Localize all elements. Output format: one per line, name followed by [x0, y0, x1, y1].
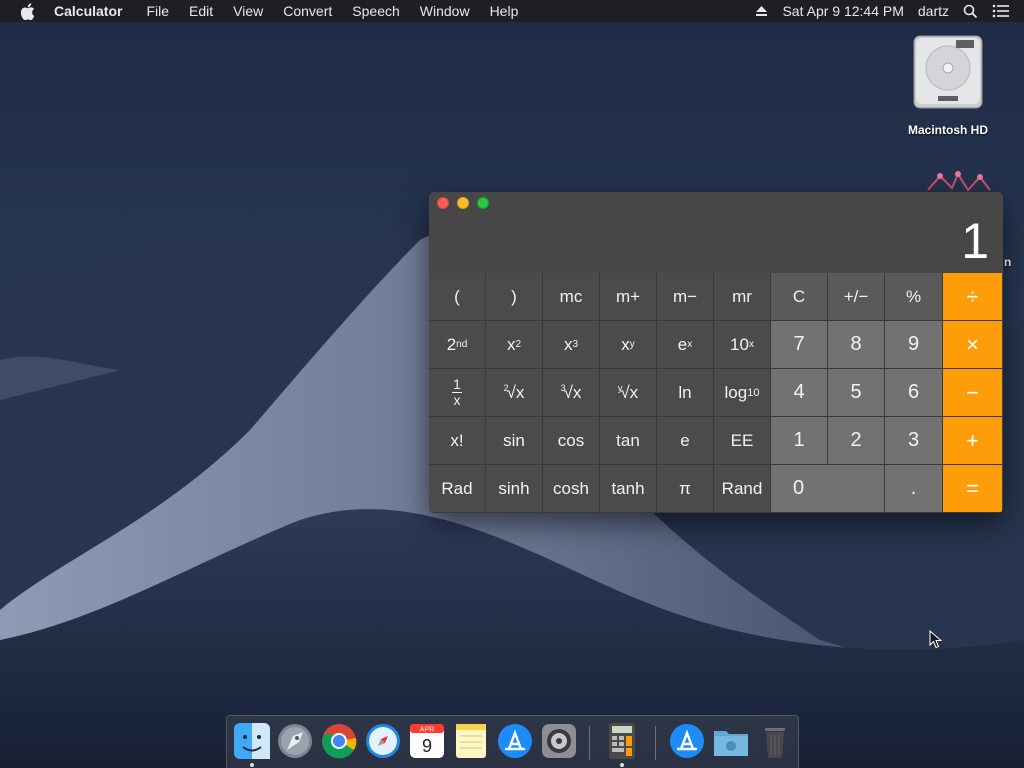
safari-icon[interactable]	[364, 722, 402, 760]
menu-convert[interactable]: Convert	[273, 0, 342, 22]
menu-file[interactable]: File	[136, 0, 179, 22]
key-rad[interactable]: Rad	[429, 465, 486, 513]
key-sin[interactable]: sin	[486, 417, 543, 465]
key-reciprocal[interactable]: 1x	[429, 369, 486, 417]
menu-edit[interactable]: Edit	[179, 0, 223, 22]
macintosh-hd-label: Macintosh HD	[908, 123, 989, 137]
key-0[interactable]: 0	[771, 465, 885, 513]
downloads-folder-icon[interactable]	[712, 722, 750, 760]
key-memory-add[interactable]: m+	[600, 273, 657, 321]
window-titlebar[interactable]	[429, 192, 1003, 214]
key-sign[interactable]: +/−	[828, 273, 885, 321]
notification-center-icon[interactable]	[992, 4, 1010, 18]
menu-app-calculator[interactable]: Calculator	[54, 0, 136, 22]
eject-icon[interactable]	[755, 5, 768, 17]
hard-drive-icon	[910, 32, 986, 117]
key-9[interactable]: 9	[885, 321, 943, 369]
apple-menu-icon[interactable]	[18, 2, 36, 20]
key-x-cubed[interactable]: x3	[543, 321, 600, 369]
key-e-power-x[interactable]: ex	[657, 321, 714, 369]
key-second[interactable]: 2nd	[429, 321, 486, 369]
calculator-display: 1	[961, 213, 989, 269]
key-add[interactable]: +	[943, 417, 1002, 465]
key-equals[interactable]: =	[943, 465, 1002, 513]
calendar-icon[interactable]: APR 9	[408, 722, 446, 760]
key-log10[interactable]: log 10	[714, 369, 771, 417]
app-store-folder-icon[interactable]	[668, 722, 706, 760]
dock-separator	[589, 726, 590, 760]
key-cos[interactable]: cos	[543, 417, 600, 465]
key-decimal[interactable]: .	[885, 465, 943, 513]
menu-speech[interactable]: Speech	[342, 0, 409, 22]
key-6[interactable]: 6	[885, 369, 943, 417]
key-x-power-y[interactable]: xy	[600, 321, 657, 369]
trash-icon[interactable]	[756, 722, 794, 760]
key-square-root[interactable]: 2 √x	[486, 369, 543, 417]
system-preferences-icon[interactable]	[540, 722, 578, 760]
key-ten-power-x[interactable]: 10 x	[714, 321, 771, 369]
menu-user[interactable]: dartz	[918, 3, 949, 19]
chrome-icon[interactable]	[320, 722, 358, 760]
dock: APR 9	[226, 715, 799, 768]
key-4[interactable]: 4	[771, 369, 828, 417]
key-ln[interactable]: ln	[657, 369, 714, 417]
menu-datetime[interactable]: Sat Apr 9 12:44 PM	[782, 3, 903, 19]
key-tanh[interactable]: tanh	[600, 465, 657, 513]
key-ee[interactable]: EE	[714, 417, 771, 465]
key-cube-root[interactable]: 3 √x	[543, 369, 600, 417]
notes-icon[interactable]	[452, 722, 490, 760]
key-memory-recall[interactable]: mr	[714, 273, 771, 321]
key-5[interactable]: 5	[828, 369, 885, 417]
key-2[interactable]: 2	[828, 417, 885, 465]
key-subtract[interactable]: −	[943, 369, 1002, 417]
key-divide[interactable]: ÷	[943, 273, 1002, 321]
calculator-icon[interactable]	[603, 722, 641, 760]
calendar-day-text: 9	[422, 736, 432, 756]
menu-view[interactable]: View	[223, 0, 273, 22]
macintosh-hd-desktop-item[interactable]: Macintosh HD	[908, 32, 988, 137]
close-button[interactable]	[437, 197, 449, 209]
partial-desktop-label: n	[1004, 255, 1012, 269]
key-1[interactable]: 1	[771, 417, 828, 465]
key-close-paren[interactable]: )	[486, 273, 543, 321]
key-open-paren[interactable]: (	[429, 273, 486, 321]
menu-bar: Calculator File Edit View Convert Speech…	[0, 0, 1024, 22]
calculator-window: 1 ( ) mc m+ m− mr C +/− % ÷ 2nd x2 x3 xy…	[429, 192, 1003, 513]
finder-icon[interactable]	[233, 722, 271, 760]
key-memory-clear[interactable]: mc	[543, 273, 600, 321]
menu-help[interactable]: Help	[480, 0, 529, 22]
keypad: ( ) mc m+ m− mr C +/− % ÷ 2nd x2 x3 xy e…	[429, 273, 1003, 513]
key-percent[interactable]: %	[885, 273, 943, 321]
key-sinh[interactable]: sinh	[486, 465, 543, 513]
mouse-pointer-icon	[929, 630, 943, 649]
dock-separator	[655, 726, 656, 760]
key-cosh[interactable]: cosh	[543, 465, 600, 513]
key-factorial[interactable]: x!	[429, 417, 486, 465]
menu-window[interactable]: Window	[410, 0, 480, 22]
launchpad-icon[interactable]	[276, 722, 314, 760]
calculator-running-indicator	[620, 763, 624, 767]
key-memory-subtract[interactable]: m−	[657, 273, 714, 321]
key-8[interactable]: 8	[828, 321, 885, 369]
key-e-constant[interactable]: e	[657, 417, 714, 465]
key-pi[interactable]: π	[657, 465, 714, 513]
key-multiply[interactable]: ×	[943, 321, 1002, 369]
zoom-button[interactable]	[477, 197, 489, 209]
key-rand[interactable]: Rand	[714, 465, 771, 513]
calendar-month-text: APR	[420, 727, 434, 734]
app-store-icon[interactable]	[496, 722, 534, 760]
key-y-root[interactable]: y √x	[600, 369, 657, 417]
key-3[interactable]: 3	[885, 417, 943, 465]
minimize-button[interactable]	[457, 197, 469, 209]
spotlight-search-icon[interactable]	[963, 4, 978, 19]
key-clear[interactable]: C	[771, 273, 828, 321]
key-tan[interactable]: tan	[600, 417, 657, 465]
finder-running-indicator	[250, 763, 254, 767]
key-7[interactable]: 7	[771, 321, 828, 369]
key-x-squared[interactable]: x2	[486, 321, 543, 369]
